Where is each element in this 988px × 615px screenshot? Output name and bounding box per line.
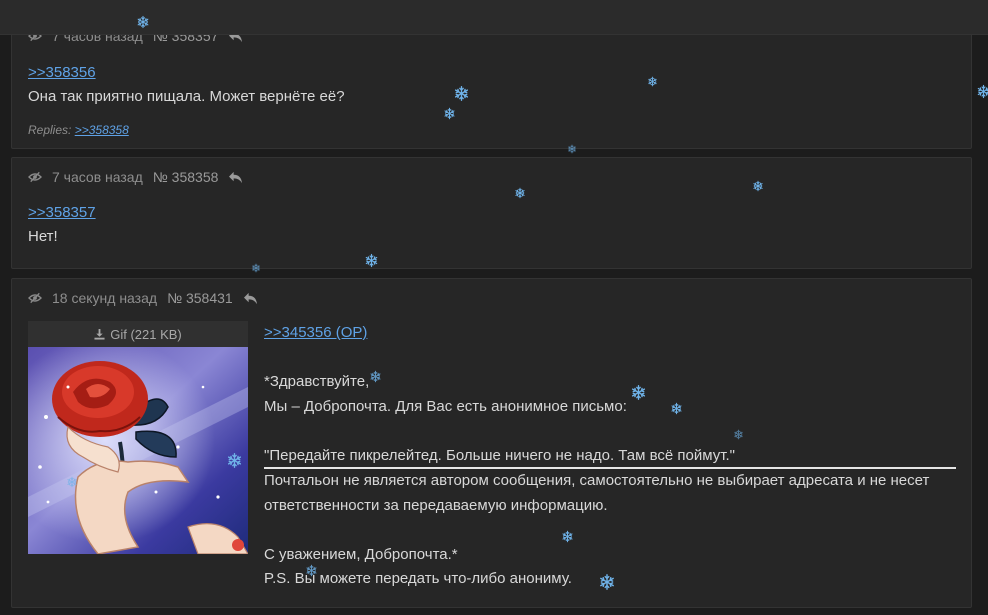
post-meta: 7 часов назад № 358358	[28, 168, 243, 186]
top-navigation-bar	[0, 0, 988, 35]
quote-link[interactable]: >>358357	[28, 204, 96, 221]
post-meta: 18 секунд назад № 358431	[28, 289, 258, 307]
post-text: Нет!	[28, 228, 58, 245]
message-line: Мы – Добропочта. Для Вас есть анонимное …	[264, 397, 627, 415]
post-time: 18 секунд назад	[52, 290, 158, 306]
quote-link[interactable]: >>358356	[28, 64, 96, 81]
post-number[interactable]: № 358358	[153, 169, 219, 185]
post-number[interactable]: № 358431	[167, 290, 233, 306]
snowflake-icon	[976, 84, 988, 99]
post: 18 секунд назад № 358431 Gif (221 KB) >>…	[11, 278, 972, 608]
post-body: >>345356 (OP) *Здравствуйте, Мы – Доброп…	[264, 321, 956, 592]
gif-thumbnail[interactable]	[28, 347, 248, 554]
download-icon[interactable]	[94, 328, 105, 340]
post-body: >>358357 Нет!	[28, 201, 96, 249]
replies: Replies: >>358358	[28, 123, 129, 137]
replies-label: Replies:	[28, 123, 72, 137]
file-info[interactable]: Gif (221 KB)	[28, 321, 248, 347]
post-text: Она так приятно пищала. Может вернёте её…	[28, 88, 345, 105]
eye-slash-icon[interactable]	[28, 292, 42, 304]
quoted-message: "Передайте пикрелейтед. Больше ничего не…	[264, 446, 735, 464]
disclaimer: Почтальон не является автором сообщения,…	[264, 472, 930, 514]
message-line: *Здравствуйте,	[264, 373, 370, 390]
post-body: >>358356 Она так приятно пищала. Может в…	[28, 61, 345, 109]
reply-link[interactable]: >>358358	[75, 123, 129, 137]
attachment: Gif (221 KB)	[28, 321, 248, 554]
reply-arrow-icon[interactable]	[243, 292, 258, 305]
file-label[interactable]: Gif (221 KB)	[110, 327, 182, 342]
postscript: P.S. Вы можете передать что-либо анониму…	[264, 570, 572, 587]
eye-slash-icon[interactable]	[28, 171, 42, 183]
post: 7 часов назад № 358358 >>358357 Нет!	[11, 157, 972, 269]
quote-link[interactable]: >>345356 (OP)	[264, 324, 367, 341]
post-time: 7 часов назад	[52, 169, 143, 185]
signature: С уважением, Добропочта.*	[264, 545, 458, 563]
reply-arrow-icon[interactable]	[228, 171, 243, 184]
